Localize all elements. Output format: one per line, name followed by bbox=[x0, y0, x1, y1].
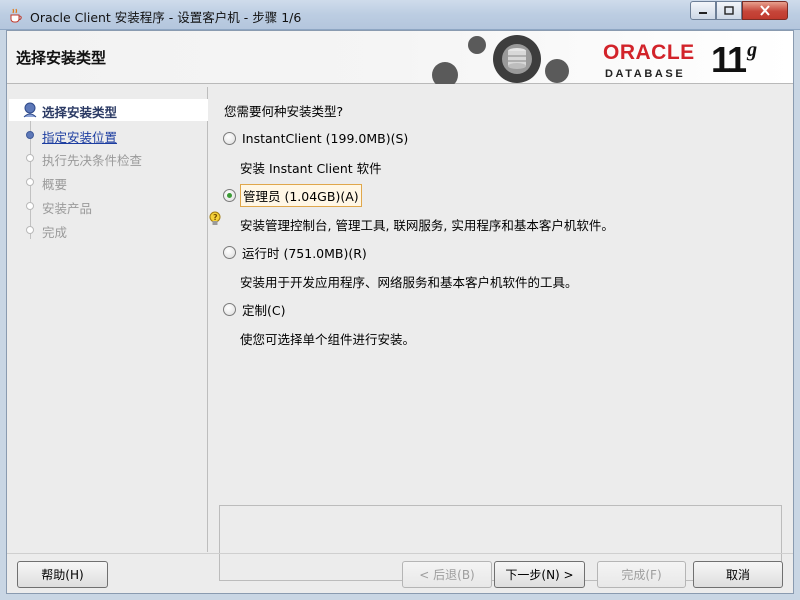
option-description: 安装用于开发应用程序、网络服务和基本客户机软件的工具。 bbox=[240, 275, 578, 290]
version-number: 11 bbox=[711, 39, 747, 80]
step-finish: 完成 bbox=[9, 219, 208, 241]
radio-runtime[interactable] bbox=[223, 245, 236, 259]
next-button[interactable]: 下一步(N) > bbox=[494, 561, 585, 588]
java-cup-icon bbox=[10, 8, 22, 23]
step-install-product: 安装产品 bbox=[9, 195, 208, 217]
option-label[interactable]: 管理员 (1.04GB)(A) bbox=[240, 183, 362, 207]
step-specify-location[interactable]: 指定安装位置 bbox=[9, 124, 208, 146]
option-instantclient[interactable]: InstantClient (199.0MB)(S) bbox=[223, 128, 410, 148]
minimize-icon bbox=[699, 11, 707, 14]
option-label[interactable]: 运行时 (751.0MB)(R) bbox=[240, 242, 369, 263]
maximize-button[interactable] bbox=[716, 1, 742, 20]
option-description: 安装管理控制台, 管理工具, 联网服务, 实用程序和基本客户机软件。 bbox=[240, 218, 614, 233]
steps-panel: 选择安装类型 指定安装位置 执行先决条件检查 概要 安装产品 完成 bbox=[9, 87, 208, 552]
installer-dialog: 选择安装类型 ORACLE DATABASE 11 g 选择安装类型 指定安装位… bbox=[6, 30, 794, 594]
step-dot bbox=[26, 226, 34, 234]
step-label: 完成 bbox=[42, 225, 68, 240]
step-label: 选择安装类型 bbox=[42, 105, 118, 120]
minimize-button[interactable] bbox=[690, 1, 716, 20]
step-dot bbox=[26, 154, 34, 162]
close-button[interactable] bbox=[742, 1, 788, 20]
option-label[interactable]: InstantClient (199.0MB)(S) bbox=[240, 130, 410, 147]
page-title: 选择安装类型 bbox=[16, 49, 107, 67]
step-select-install-type: 选择安装类型 bbox=[9, 99, 208, 121]
version-suffix: g bbox=[747, 39, 757, 61]
finish-button[interactable]: 完成(F) bbox=[597, 561, 686, 588]
radio-custom[interactable] bbox=[223, 302, 236, 316]
version-logo: 11 g bbox=[711, 39, 757, 81]
close-icon bbox=[760, 5, 770, 16]
step-dot bbox=[26, 202, 34, 210]
footer-divider bbox=[7, 553, 793, 554]
window-title: Oracle Client 安装程序 - 设置客户机 - 步骤 1/6 bbox=[30, 10, 302, 25]
header-banner: 选择安装类型 ORACLE DATABASE 11 g bbox=[7, 31, 793, 84]
radio-administrator[interactable] bbox=[223, 188, 236, 202]
help-button[interactable]: 帮助(H) bbox=[17, 561, 108, 588]
lightbulb-hint-icon: ? bbox=[209, 211, 221, 225]
install-type-question: 您需要何种安装类型? bbox=[224, 104, 344, 119]
radio-instantclient[interactable] bbox=[223, 131, 236, 145]
option-runtime[interactable]: 运行时 (751.0MB)(R) bbox=[223, 242, 369, 262]
svg-text:?: ? bbox=[213, 213, 218, 222]
oracle-logo: ORACLE bbox=[603, 41, 695, 64]
back-button[interactable]: < 后退(B) bbox=[402, 561, 492, 588]
option-description: 使您可选择单个组件进行安装。 bbox=[240, 332, 416, 347]
step-label[interactable]: 指定安装位置 bbox=[42, 127, 117, 146]
step-prerequisite-checks: 执行先决条件检查 bbox=[9, 147, 208, 169]
main-content: 您需要何种安装类型? InstantClient (199.0MB)(S) 安装… bbox=[209, 87, 793, 581]
step-summary: 概要 bbox=[9, 171, 208, 193]
step-label: 概要 bbox=[42, 177, 68, 192]
option-custom[interactable]: 定制(C) bbox=[223, 299, 287, 319]
gears-database-icon bbox=[432, 35, 569, 84]
maximize-icon bbox=[724, 5, 734, 15]
window-titlebar: Oracle Client 安装程序 - 设置客户机 - 步骤 1/6 bbox=[0, 0, 800, 30]
option-label[interactable]: 定制(C) bbox=[240, 299, 287, 320]
cancel-button[interactable]: 取消 bbox=[693, 561, 783, 588]
step-label: 安装产品 bbox=[42, 201, 93, 216]
database-logo-text: DATABASE bbox=[605, 68, 686, 80]
current-step-icon bbox=[23, 102, 37, 118]
option-description: 安装 Instant Client 软件 bbox=[240, 161, 382, 176]
step-dot bbox=[26, 178, 34, 186]
option-administrator[interactable]: 管理员 (1.04GB)(A) bbox=[223, 183, 362, 207]
step-label: 执行先决条件检查 bbox=[42, 153, 143, 168]
step-dot bbox=[26, 131, 34, 139]
